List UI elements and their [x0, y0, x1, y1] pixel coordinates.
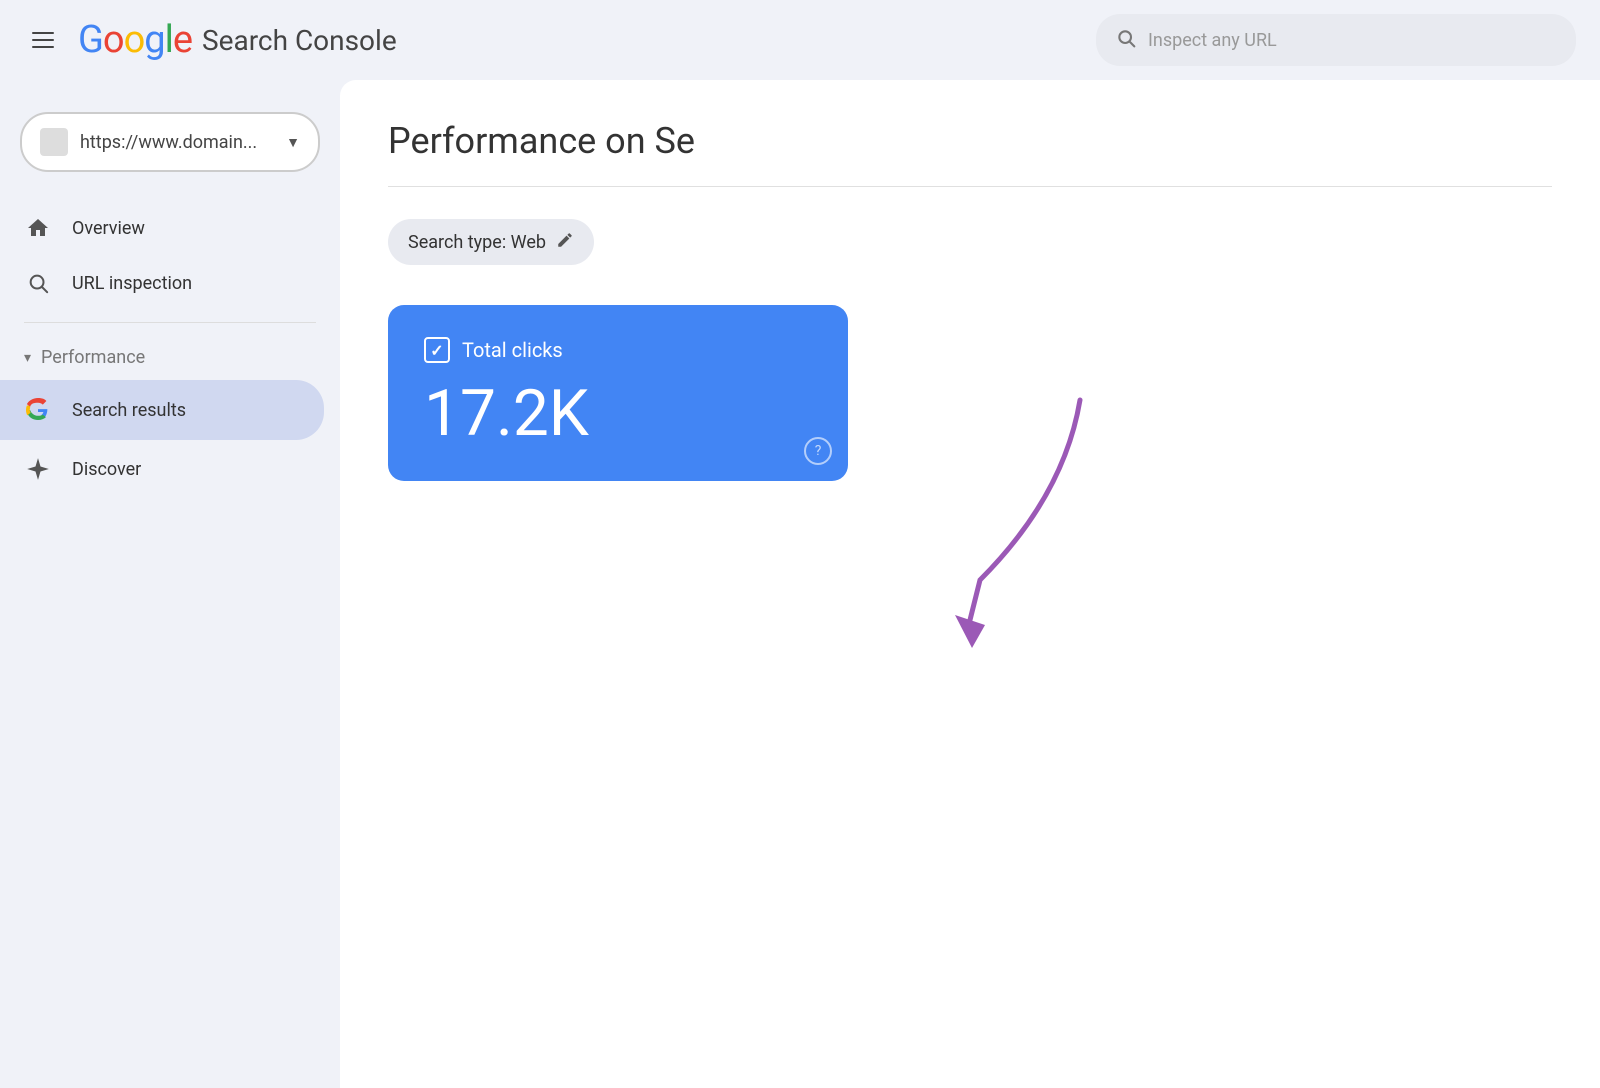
- sidebar-item-search-results[interactable]: Search results: [0, 380, 324, 440]
- logo-letter-o2: o: [124, 18, 145, 62]
- url-inspection-search-bar[interactable]: Inspect any URL: [1096, 14, 1576, 66]
- sidebar-item-discover[interactable]: Discover: [0, 440, 324, 498]
- google-logo: Google: [78, 18, 192, 62]
- home-icon: [24, 216, 52, 240]
- property-favicon: [40, 128, 68, 156]
- hamburger-menu-button[interactable]: [24, 24, 62, 56]
- sidebar-section-performance[interactable]: ▾ Performance: [0, 335, 340, 380]
- content-area: Performance on Se Search type: Web Total…: [340, 80, 1600, 1088]
- card-header-row: Total clicks: [424, 337, 812, 363]
- sidebar-section-performance-label: Performance: [41, 347, 145, 368]
- app-title: Search Console: [202, 24, 397, 57]
- content-divider: [388, 186, 1552, 187]
- card-label: Total clicks: [462, 338, 563, 362]
- checkbox-icon: [424, 337, 450, 363]
- app-header: Google Search Console Inspect any URL: [0, 0, 1600, 80]
- edit-icon: [556, 231, 574, 253]
- sidebar-item-discover-label: Discover: [72, 459, 141, 480]
- chevron-down-icon: ▼: [286, 134, 300, 151]
- logo-letter-e: e: [173, 18, 192, 62]
- search-type-filter-label: Search type: Web: [408, 232, 546, 253]
- page-title: Performance on Se: [388, 120, 1552, 162]
- sidebar-item-overview[interactable]: Overview: [0, 200, 324, 256]
- discover-icon: [24, 456, 52, 482]
- logo-letter-g2: g: [144, 18, 164, 62]
- search-input-placeholder: Inspect any URL: [1148, 30, 1277, 51]
- help-icon[interactable]: ?: [804, 437, 832, 465]
- property-url: https://www.domain...: [80, 132, 274, 153]
- logo-letter-l: l: [165, 18, 173, 62]
- sidebar: https://www.domain... ▼ Overview URL ins…: [0, 80, 340, 1088]
- google-g-icon: [24, 396, 52, 424]
- property-selector[interactable]: https://www.domain... ▼: [20, 112, 320, 172]
- sidebar-item-overview-label: Overview: [72, 218, 145, 239]
- logo-letter-o1: o: [103, 18, 124, 62]
- sidebar-item-url-inspection-label: URL inspection: [72, 273, 192, 294]
- main-layout: https://www.domain... ▼ Overview URL ins…: [0, 80, 1600, 1088]
- search-type-filter-chip[interactable]: Search type: Web: [388, 219, 594, 265]
- search-icon: [1116, 28, 1136, 53]
- card-value: 17.2K: [424, 379, 812, 449]
- chevron-down-icon: ▾: [24, 350, 31, 366]
- logo-letter-g: G: [78, 18, 103, 62]
- search-icon: [24, 272, 52, 294]
- filter-row: Search type: Web: [388, 219, 1552, 265]
- logo-area: Google Search Console: [78, 18, 397, 62]
- sidebar-item-url-inspection[interactable]: URL inspection: [0, 256, 324, 310]
- total-clicks-card: Total clicks 17.2K ?: [388, 305, 848, 481]
- sidebar-item-search-results-label: Search results: [72, 400, 186, 421]
- sidebar-divider: [24, 322, 316, 323]
